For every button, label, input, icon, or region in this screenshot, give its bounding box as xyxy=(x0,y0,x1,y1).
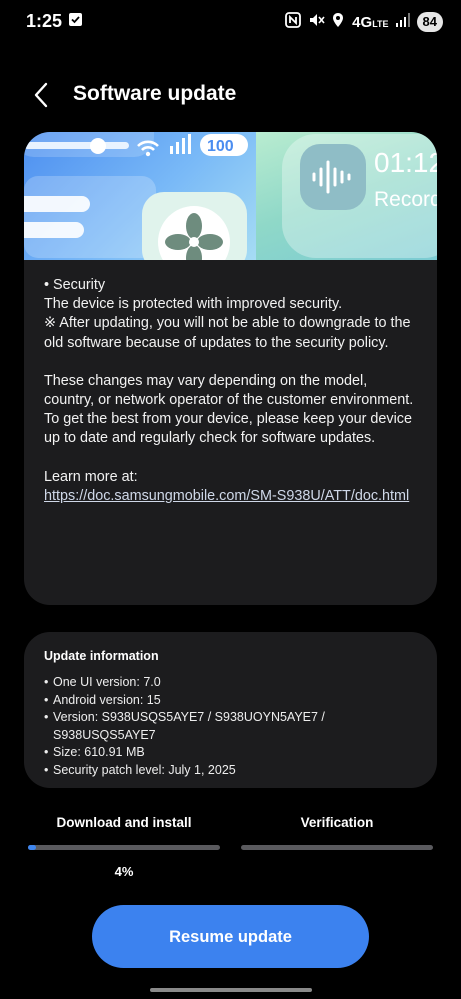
page-title: Software update xyxy=(73,82,237,105)
banner-record-timer: 01:12 xyxy=(374,147,437,178)
banner-quick-panel-illustration: 100 xyxy=(24,132,248,260)
security-description: The device is protected with improved se… xyxy=(44,296,343,313)
security-heading: • Security xyxy=(44,277,106,293)
chevron-left-icon xyxy=(34,82,48,108)
downgrade-warning: ※ After updating, you will not be able t… xyxy=(44,315,411,351)
update-information-list: • One UI version: 7.0 • Android version: 1… xyxy=(44,674,424,779)
update-banner-image: 100 01:12 Record xyxy=(24,132,437,260)
release-notes-card: 100 01:12 Record • Security The device i… xyxy=(24,132,437,605)
mute-icon xyxy=(308,12,325,33)
info-security-patch: • Security patch level: July 1, 2025 xyxy=(44,762,236,777)
banner-wifi-level: 100 xyxy=(207,138,234,155)
download-progress-bar xyxy=(28,845,220,850)
battery-level: 84 xyxy=(416,12,443,32)
variation-note: These changes may vary depending on the … xyxy=(44,372,414,409)
download-percent: 4% xyxy=(114,864,134,879)
notification-check-icon xyxy=(69,13,82,26)
keep-updated-note: To get the best from your device, please… xyxy=(44,411,412,447)
info-size: • Size: 610.91 MB xyxy=(44,745,145,759)
status-icons: 4GLTE 84 xyxy=(278,10,443,34)
info-one-ui-version: • One UI version: 7.0 xyxy=(44,675,161,689)
verification-progress-bar xyxy=(241,845,433,850)
verification-label: Verification xyxy=(300,815,374,830)
location-icon xyxy=(332,12,344,33)
info-build-version: • Version: S938USQS5AYE7 / S938UOYN5AYE7 … xyxy=(44,710,325,742)
banner-recorder-illustration: 01:12 Record xyxy=(282,134,437,258)
info-android-version: • Android version: 15 xyxy=(44,692,161,707)
learn-more-label: Learn more at: xyxy=(44,468,138,485)
network-subtype: LTE xyxy=(372,18,389,29)
banner-record-label: Record xyxy=(374,188,437,211)
back-button[interactable] xyxy=(26,78,58,112)
nfc-icon xyxy=(285,11,302,33)
release-notes-text: • Security The device is protected with … xyxy=(44,276,419,506)
learn-more-link[interactable]: https://doc.samsungmobile.com/SM-S938U/A… xyxy=(44,488,409,504)
home-indicator[interactable] xyxy=(150,988,312,992)
signal-icon xyxy=(395,12,410,32)
resume-update-button[interactable]: Resume update xyxy=(92,905,369,968)
download-progress-fill xyxy=(28,845,36,850)
status-time: 1:25 xyxy=(26,11,63,31)
update-information-title: Update information xyxy=(44,649,159,663)
status-bar: 1:25 4GLTE 84 xyxy=(0,0,461,44)
update-information-card: Update information • One UI version: 7.0 … xyxy=(24,632,437,788)
download-install-label: Download and install xyxy=(56,815,192,830)
network-type: 4GLTE xyxy=(352,13,389,31)
